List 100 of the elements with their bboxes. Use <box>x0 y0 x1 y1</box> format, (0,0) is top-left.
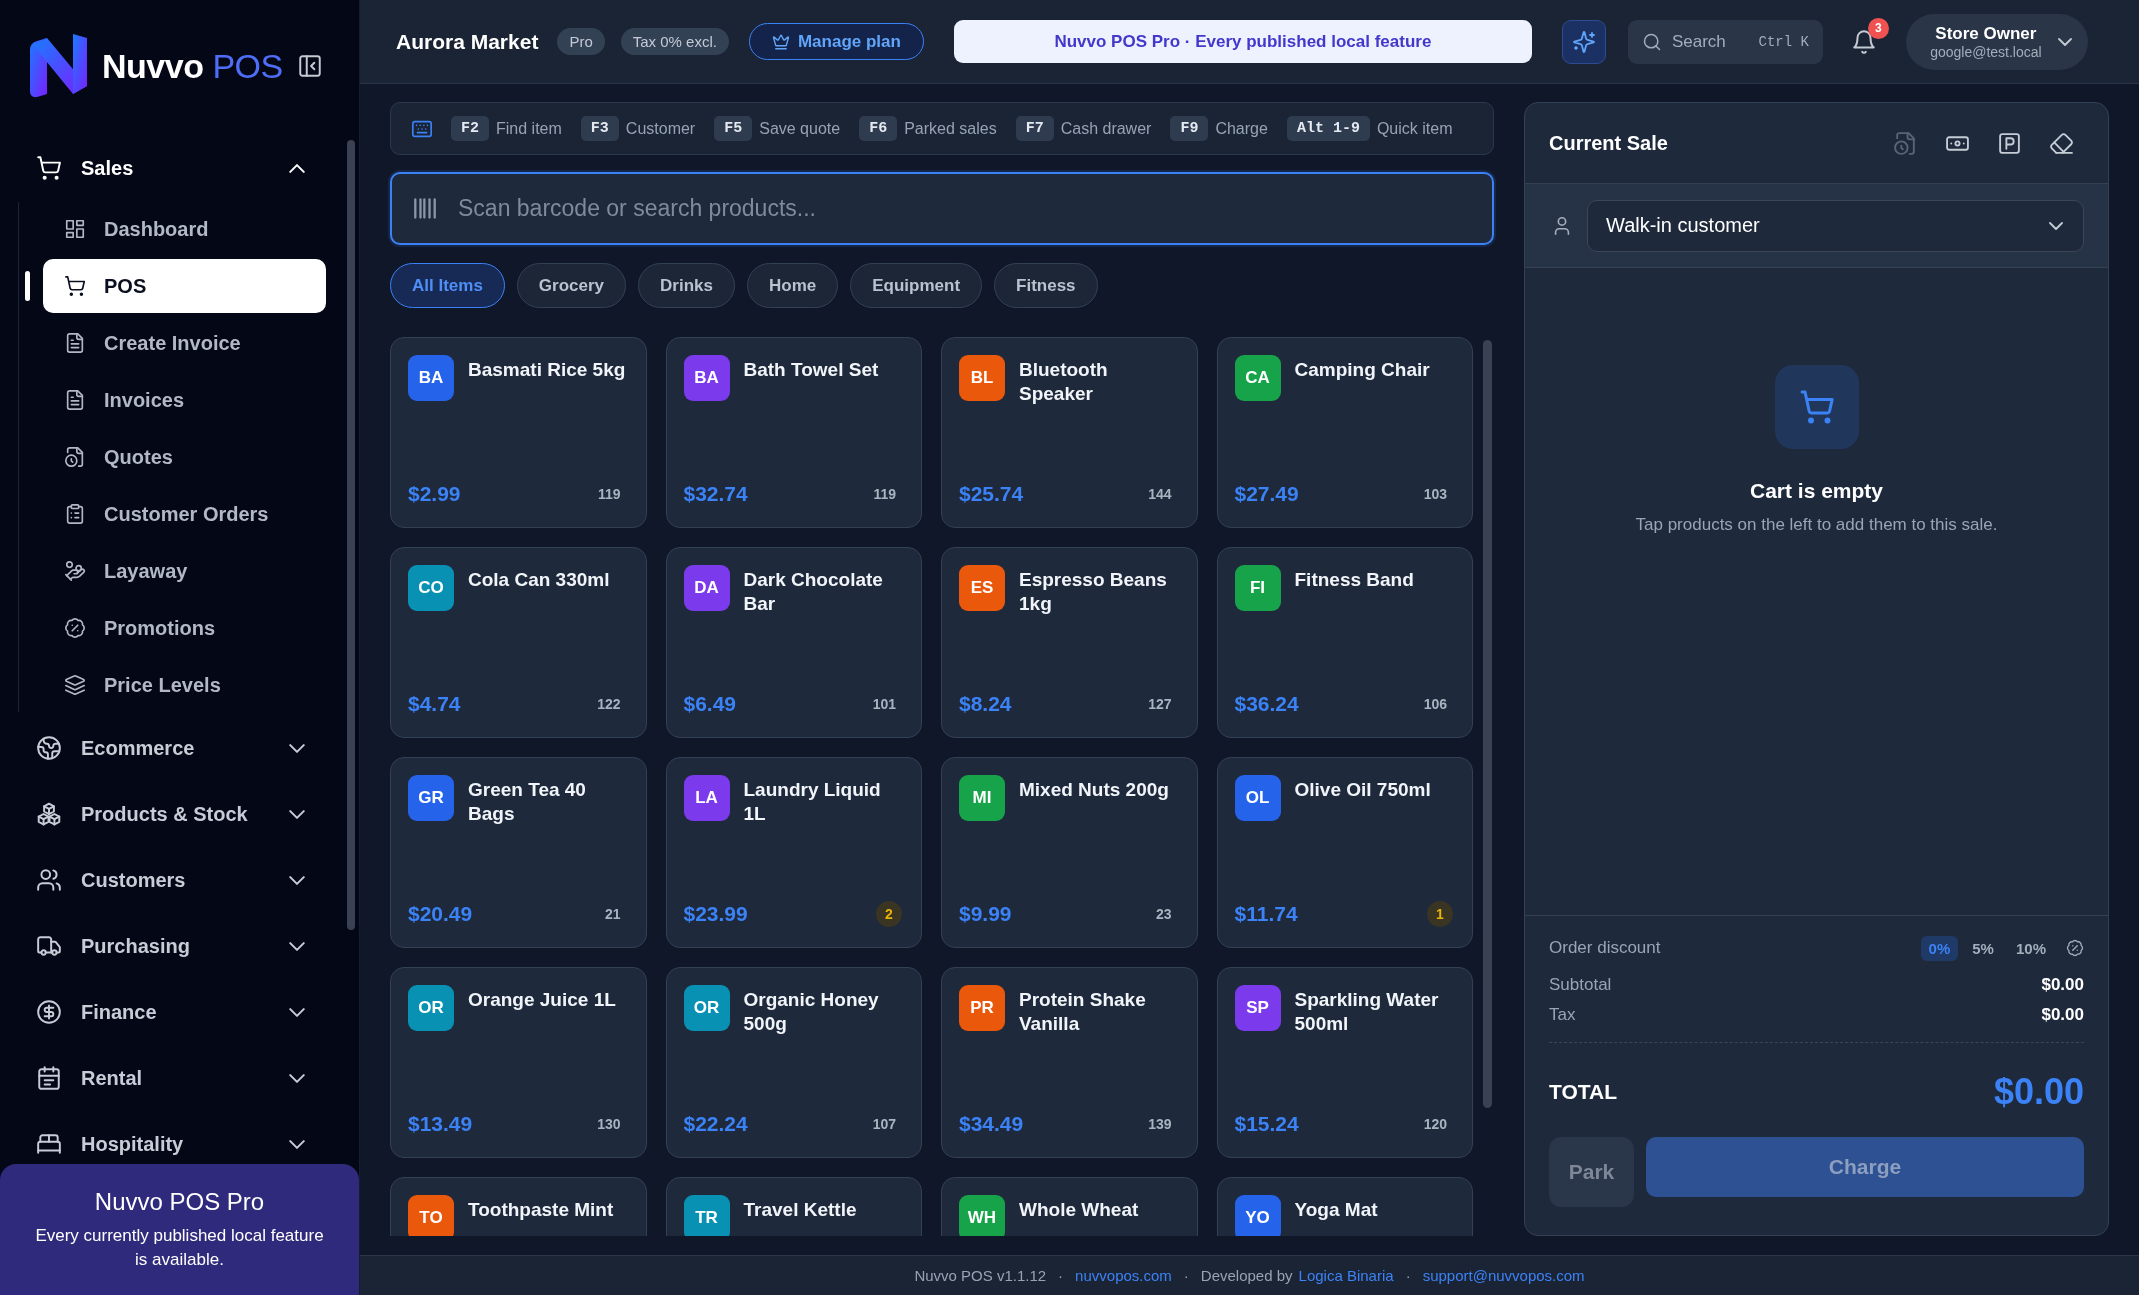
scrollbar[interactable] <box>347 140 355 930</box>
product-avatar: MI <box>959 775 1005 821</box>
stock-count: 119 <box>597 486 621 502</box>
key-cap: F9 <box>1170 116 1209 141</box>
dollar-circle-icon <box>36 999 62 1025</box>
search-field[interactable]: Scan barcode or search products... <box>390 172 1494 245</box>
promo-banner: Nuvvo POS Pro · Every published local feature <box>953 20 1532 63</box>
footer-text: Developed by <box>1200 1267 1293 1284</box>
product-card[interactable]: OL Olive Oil 750ml $11.74 1 <box>1216 757 1473 948</box>
product-avatar: CO <box>408 565 454 611</box>
product-name: Laundry Liquid 1L <box>743 778 882 826</box>
nav-group[interactable]: Sales <box>0 148 339 188</box>
nav-item[interactable]: Quotes <box>43 430 326 484</box>
footer-link[interactable]: nuvvopos.com <box>1075 1267 1172 1284</box>
nav-group[interactable]: Ecommerce <box>0 728 339 768</box>
product-card[interactable]: PR Protein Shake Vanilla $34.49 139 <box>941 967 1198 1158</box>
product-card[interactable]: CO Cola Can 330ml $4.74 122 <box>390 547 647 738</box>
plan-badge: Pro <box>557 28 605 55</box>
product-card[interactable]: ES Espresso Beans 1kg $8.24 127 <box>941 547 1198 738</box>
footer-link[interactable]: support@nuvvopos.com <box>1422 1267 1585 1284</box>
nav-item[interactable]: Price Levels <box>43 658 326 712</box>
manage-plan-button[interactable]: Manage plan <box>748 23 924 60</box>
stock-count: 21 <box>604 906 621 922</box>
shortcut-label: Quick item <box>1376 119 1453 138</box>
nav-item[interactable]: Invoices <box>43 373 326 427</box>
discount-option[interactable]: 5% <box>1964 935 2002 961</box>
product-card[interactable]: GR Green Tea 40 Bags $20.49 21 <box>390 757 647 948</box>
product-card[interactable]: TR Travel Kettle <box>665 1177 922 1236</box>
product-card[interactable]: LA Laundry Liquid 1L $23.99 2 <box>665 757 922 948</box>
product-card[interactable]: CA Camping Chair $27.49 103 <box>1216 337 1473 528</box>
nav-item[interactable]: Promotions <box>43 601 326 655</box>
percent-badge-icon[interactable] <box>2066 939 2084 957</box>
product-card[interactable]: YO Yoga Mat <box>1216 1177 1473 1236</box>
nav-group[interactable]: Customers <box>0 860 339 900</box>
product-card[interactable]: WH Whole Wheat <box>941 1177 1198 1236</box>
product-card[interactable]: FI Fitness Band $36.24 106 <box>1216 547 1473 738</box>
chevron-down-icon <box>289 1007 305 1017</box>
bell-icon[interactable] <box>1850 28 1877 55</box>
chevron-down-icon <box>289 809 305 819</box>
product-avatar: ES <box>959 565 1005 611</box>
category-tab[interactable]: Grocery <box>516 263 627 308</box>
discount-option[interactable]: 10% <box>2007 935 2054 961</box>
parking-icon[interactable] <box>1997 130 2022 156</box>
key-cap: F7 <box>1015 116 1054 141</box>
nav-item[interactable]: POS <box>43 259 326 313</box>
user-menu[interactable]: Store Owner google@test.local <box>1905 13 2088 70</box>
product-price: $13.49 <box>408 1112 473 1136</box>
product-card[interactable]: MI Mixed Nuts 200g $9.99 23 <box>941 757 1198 948</box>
category-tab[interactable]: Home <box>747 263 839 308</box>
scrollbar[interactable] <box>1483 340 1492 1108</box>
product-avatar: LA <box>683 775 730 821</box>
nav-group[interactable]: Hospitality <box>0 1124 339 1164</box>
customer-select[interactable]: Walk-in customer <box>1587 199 2084 252</box>
subtotal-label: Subtotal <box>1549 975 1612 995</box>
product-avatar: CA <box>1234 355 1281 401</box>
footer-text: Nuvvo POS v1.1.12 <box>914 1267 1047 1284</box>
product-name: Protein Shake Vanilla <box>1019 988 1147 1036</box>
footer-link[interactable]: Logica Binaria <box>1298 1267 1394 1284</box>
separator: · <box>1405 1267 1411 1284</box>
product-card[interactable]: TO Toothpaste Mint <box>390 1177 647 1236</box>
product-name: Mixed Nuts 200g <box>1019 778 1169 802</box>
nav-group[interactable]: Products & Stock <box>0 794 339 834</box>
stock-count: 127 <box>1148 696 1172 712</box>
nav-item[interactable]: Customer Orders <box>43 487 326 541</box>
product-name: Green Tea 40 Bags <box>468 778 587 826</box>
category-tab[interactable]: All Items <box>390 263 505 308</box>
product-card[interactable]: OR Orange Juice 1L $13.49 130 <box>390 967 647 1158</box>
eraser-icon[interactable] <box>2049 130 2074 156</box>
nav-group[interactable]: Purchasing <box>0 926 339 966</box>
product-card[interactable]: BL Bluetooth Speaker $25.74 144 <box>941 337 1198 528</box>
nav-item[interactable]: Layaway <box>43 544 326 598</box>
stock-count: 139 <box>1148 1116 1172 1132</box>
product-card[interactable]: SP Sparkling Water 500ml $15.24 120 <box>1216 967 1473 1158</box>
product-card[interactable]: DA Dark Chocolate Bar $6.49 101 <box>665 547 922 738</box>
key-cap: F6 <box>859 116 898 141</box>
category-tab[interactable]: Equipment <box>850 263 983 308</box>
shortcut-hint: Ctrl K <box>1758 33 1809 50</box>
nav-item[interactable]: Dashboard <box>43 202 326 256</box>
nav-group[interactable]: Finance <box>0 992 339 1032</box>
stock-count: 106 <box>1423 696 1447 712</box>
product-card[interactable]: OR Organic Honey 500g $22.24 107 <box>665 967 922 1158</box>
clipboard-list-icon <box>64 503 86 525</box>
shortcut-label: Customer <box>625 119 696 138</box>
truck-icon <box>36 933 62 959</box>
user-name: Store Owner <box>1935 23 2037 44</box>
category-tab[interactable]: Drinks <box>638 263 735 308</box>
product-price: $4.74 <box>408 692 461 716</box>
product-name: Olive Oil 750ml <box>1294 778 1431 802</box>
product-name: Bluetooth Speaker <box>1019 358 1109 406</box>
cart-icon <box>36 155 62 181</box>
sidebar-toggle-icon[interactable] <box>297 53 323 79</box>
product-price: $2.99 <box>408 482 461 506</box>
sparkle-button[interactable] <box>1561 19 1606 64</box>
category-tab[interactable]: Fitness <box>994 263 1098 308</box>
tax-value: $0.00 <box>2041 1005 2084 1025</box>
product-name: Yoga Mat <box>1294 1198 1378 1222</box>
product-card[interactable]: BA Basmati Rice 5kg $2.99 119 <box>390 337 647 528</box>
nav-group[interactable]: Rental <box>0 1058 339 1098</box>
nav-item[interactable]: Create Invoice <box>43 316 326 370</box>
product-card[interactable]: BA Bath Towel Set $32.74 119 <box>665 337 922 528</box>
